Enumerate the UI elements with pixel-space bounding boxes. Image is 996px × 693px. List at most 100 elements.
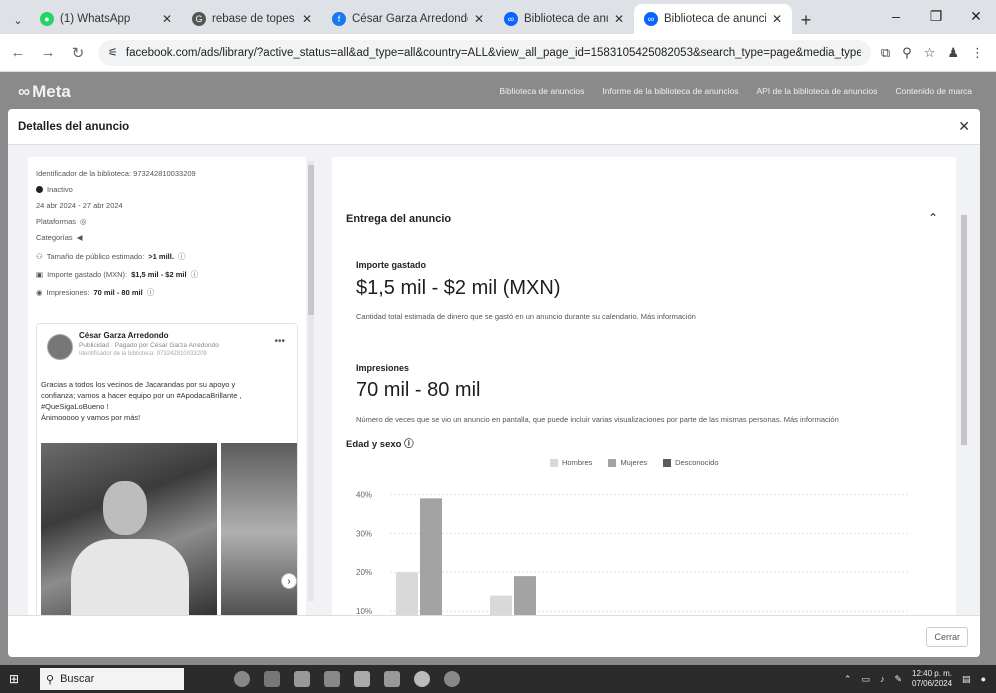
windows-taskbar: ⊞ ⚲ Buscar ⌃ ▭ ♪ ✎ 12:40 p. m. 07/06/2024…	[0, 665, 996, 693]
photo-face	[103, 481, 147, 535]
tab-facebook-page[interactable]: f César Garza Arredondo | Fa ✕	[322, 4, 494, 34]
browser-menu-icon[interactable]: ⋮	[971, 45, 984, 61]
carousel-image-2[interactable]	[221, 443, 297, 615]
spend-big-value: $1,5 mil - $2 mil (MXN)	[356, 277, 561, 299]
meta-nav: Biblioteca de anuncios Informe de la bib…	[499, 86, 972, 96]
nav-ad-library-report[interactable]: Informe de la biblioteca de anuncios	[602, 86, 738, 96]
notifications-icon[interactable]: ▤	[962, 674, 971, 685]
tab-ad-library-2[interactable]: ∞ Biblioteca de anuncios ✕	[634, 4, 792, 34]
amount-spent: ▣ Importe gastado (MXN): $1,5 mil - $2 mil…	[36, 269, 198, 280]
clock-time: 12:40 p. m.	[912, 669, 953, 678]
dates-text: 24 abr 2024 - 27 abr 2024	[36, 201, 123, 210]
taskbar-app-icon[interactable]: ●	[981, 674, 986, 684]
profile-icon[interactable]: ♟	[947, 45, 959, 61]
zoom-icon[interactable]: ⚲	[902, 45, 912, 61]
tab-rebase-topes[interactable]: G rebase de topes de gastos ✕	[182, 4, 322, 34]
close-button[interactable]: Cerrar	[926, 626, 968, 647]
minimize-icon[interactable]: –	[876, 0, 916, 32]
nav-branded-content[interactable]: Contenido de marca	[895, 86, 972, 96]
maximize-icon[interactable]: ❐	[916, 0, 956, 32]
bar-mujeres-0[interactable]	[420, 498, 442, 615]
money-icon: ▣	[36, 270, 44, 279]
excel-icon[interactable]	[354, 671, 370, 687]
chevron-up-icon[interactable]: ⌃	[928, 211, 938, 225]
search-icon: ⚲	[46, 673, 55, 686]
modal-title: Detalles del anuncio	[18, 120, 130, 133]
bar-hombres-0[interactable]	[396, 572, 418, 615]
info-icon[interactable]: ⓘ	[191, 269, 199, 280]
window-close-icon[interactable]: ✕	[956, 0, 996, 32]
delivery-section-title[interactable]: Entrega del anuncio	[346, 213, 451, 225]
reload-icon[interactable]: ↻	[68, 44, 88, 62]
avatar[interactable]	[47, 334, 73, 360]
ad-categories: Categorías ◀	[36, 233, 82, 242]
modal-footer: Cerrar	[8, 615, 980, 657]
back-arrow-icon[interactable]: ←	[8, 44, 28, 61]
legend-label: Desconocido	[675, 458, 719, 467]
bar-mujeres-1[interactable]	[514, 576, 536, 615]
right-scrollbar-thumb[interactable]	[961, 215, 967, 445]
browser-tab-strip: ⌄ ● (1) WhatsApp ✕ G rebase de topes de …	[0, 0, 996, 34]
widget-icon[interactable]	[234, 671, 250, 687]
clock[interactable]: 12:40 p. m. 07/06/2024	[912, 669, 952, 689]
tab-close-icon[interactable]: ✕	[474, 12, 484, 26]
forward-arrow-icon[interactable]: →	[38, 44, 58, 61]
pen-icon[interactable]: ✎	[894, 674, 902, 685]
meta-header: ∞ Meta Biblioteca de anuncios Informe de …	[0, 72, 996, 112]
taskbar-search[interactable]: ⚲ Buscar	[40, 668, 184, 690]
file-explorer-icon[interactable]	[264, 671, 280, 687]
powerpoint-icon[interactable]	[384, 671, 400, 687]
tab-whatsapp[interactable]: ● (1) WhatsApp ✕	[30, 4, 182, 34]
meta-logo[interactable]: ∞ Meta	[18, 82, 71, 102]
bar-hombres-1[interactable]	[490, 595, 512, 615]
tab-search-chevron-icon[interactable]: ⌄	[6, 6, 30, 34]
y-tick-label: 30%	[356, 529, 372, 538]
legend-item-men[interactable]: Hombres	[550, 458, 592, 467]
tab-close-icon[interactable]: ✕	[302, 12, 312, 26]
nav-ad-library-api[interactable]: API de la biblioteca de anuncios	[756, 86, 877, 96]
info-icon[interactable]: ⓘ	[404, 439, 414, 450]
volume-icon[interactable]: ♪	[880, 674, 885, 684]
carousel-image-1[interactable]	[41, 443, 217, 615]
chrome-icon[interactable]	[414, 671, 430, 687]
megaphone-icon: ◀	[76, 233, 83, 242]
legend-item-unknown[interactable]: Desconocido	[663, 458, 718, 467]
info-icon[interactable]: ⓘ	[147, 287, 155, 298]
library-id: Identificador de la biblioteca: 97324281…	[36, 169, 196, 178]
ad-library-page: ∞ Meta Biblioteca de anuncios Informe de …	[0, 72, 996, 665]
edge-icon[interactable]	[444, 671, 460, 687]
tab-close-icon[interactable]: ✕	[614, 12, 624, 26]
bookmark-star-icon[interactable]: ☆	[924, 45, 936, 61]
audience-label: Tamaño de público estimado:	[46, 252, 145, 261]
site-settings-icon[interactable]: ⚟	[108, 46, 118, 59]
post-library-id: Identificador de la biblioteca: 97324281…	[79, 351, 207, 357]
install-app-icon[interactable]: ⧉	[881, 45, 890, 61]
impressions-description: Número de veces que se vio un anuncio en…	[356, 415, 839, 424]
ad-text-line: Gracias a todos los vecinos de Jacaranda…	[41, 380, 236, 389]
meta-infinity-icon: ∞	[18, 82, 31, 101]
left-scrollbar-thumb[interactable]	[308, 165, 314, 315]
legend-item-women[interactable]: Mujeres	[608, 458, 647, 467]
ad-text-line: confianza; vamos a hacer equipo por un #…	[41, 391, 242, 400]
url-input[interactable]: ⚟ facebook.com/ads/library/?active_statu…	[98, 39, 871, 66]
tab-close-icon[interactable]: ✕	[772, 12, 782, 26]
ad-delivery-card: Entrega del anuncio ⌃ Importe gastado $1…	[332, 157, 956, 615]
info-icon[interactable]: ⓘ	[178, 251, 186, 262]
nav-ad-library[interactable]: Biblioteca de anuncios	[499, 86, 584, 96]
photo-shirt	[71, 539, 189, 615]
left-scrollbar[interactable]	[308, 161, 314, 601]
tab-ad-library-1[interactable]: ∞ Biblioteca de anuncios ✕	[494, 4, 634, 34]
tray-chevron-icon[interactable]: ⌃	[844, 674, 852, 685]
advertiser-name[interactable]: César Garza Arredondo	[79, 331, 169, 340]
right-scrollbar[interactable]	[960, 161, 968, 601]
new-tab-plus-icon[interactable]: +	[792, 6, 820, 34]
more-options-icon[interactable]: •••	[274, 336, 285, 347]
windows-start-icon[interactable]: ⊞	[0, 665, 28, 693]
app-icon[interactable]	[324, 671, 340, 687]
carousel-next-icon[interactable]: ›	[281, 573, 297, 589]
impressions-heading: Impresiones	[356, 363, 410, 373]
word-icon[interactable]	[294, 671, 310, 687]
tab-close-icon[interactable]: ✕	[162, 12, 172, 26]
network-icon[interactable]: ▭	[861, 674, 870, 685]
modal-close-icon[interactable]: ✕	[958, 118, 970, 135]
